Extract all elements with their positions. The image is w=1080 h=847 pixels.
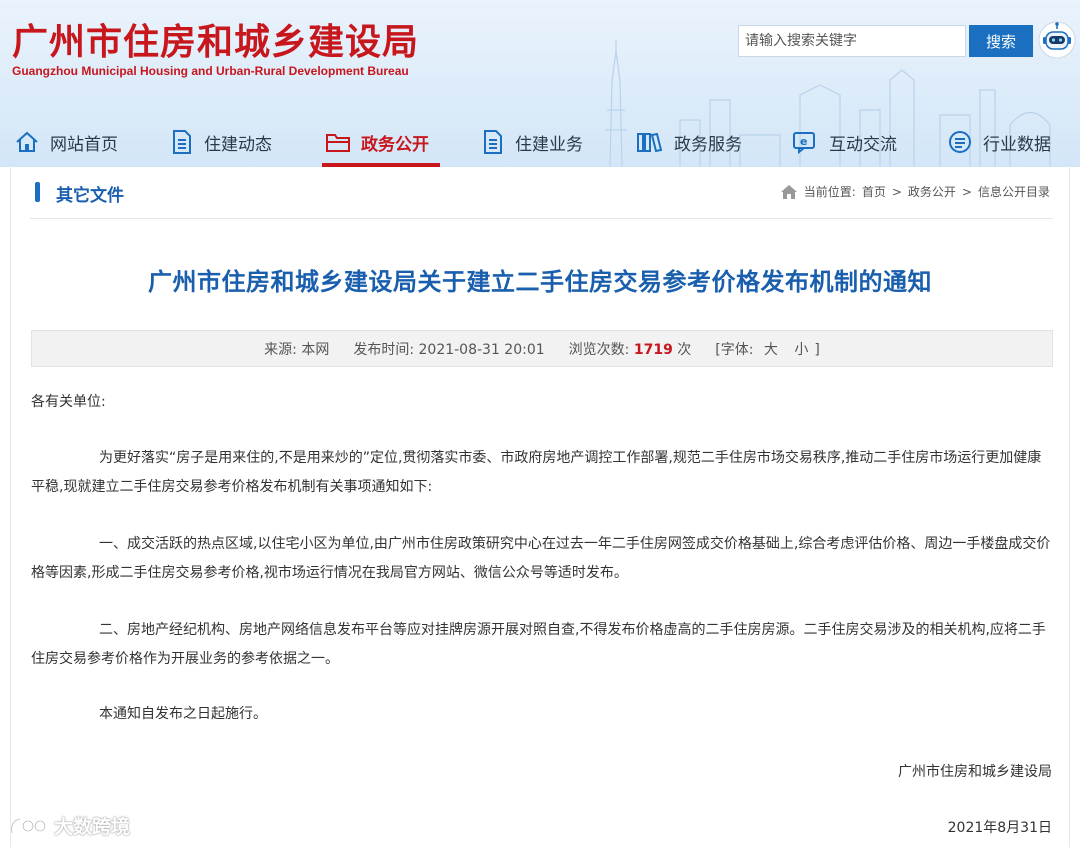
breadcrumb: 当前位置: 首页 > 政务公开 > 信息公开目录: [780, 183, 1050, 200]
meta-source: 来源: 本网: [264, 339, 329, 359]
watermark-logo-icon: [10, 817, 47, 833]
meta-font-label: [字体:: [715, 341, 754, 358]
meta-font-size-control: [字体: 大 小]: [715, 339, 820, 359]
site-logo-english: Guangzhou Municipal Housing and Urban-Ru…: [12, 64, 409, 78]
search-input[interactable]: [738, 25, 966, 57]
nav-item-home[interactable]: 网站首页: [14, 128, 118, 156]
section-title-marker: [35, 182, 40, 202]
meta-font-close: ]: [814, 341, 820, 358]
home-icon: [780, 184, 797, 199]
font-size-large-button[interactable]: 大: [764, 342, 778, 358]
breadcrumb-separator: >: [961, 184, 972, 199]
meta-views-count: 1719: [633, 341, 673, 358]
article-paragraph: 为更好落实“房子是用来住的,不是用来炒的”定位,贯彻落实市委、市政府房地产调控工…: [31, 450, 1042, 495]
nav-item-label: 行业数据: [983, 134, 1051, 155]
breadcrumb-separator: >: [891, 184, 902, 199]
article-salutation: 各有关单位:: [31, 394, 106, 410]
chat-icon: e: [793, 132, 815, 154]
nav-item-label: 互动交流: [829, 134, 897, 155]
article-paragraph: 二、房地产经纪机构、房地产网络信息发布平台等应对挂牌房源开展对照自查,不得发布价…: [31, 622, 1046, 667]
meta-views-unit: 次: [677, 341, 692, 358]
article-meta-bar: 来源: 本网 发布时间: 2021-08-31 20:01 浏览次数: 1719…: [31, 330, 1053, 367]
breadcrumb-catalog-link[interactable]: 信息公开目录: [978, 183, 1050, 200]
nav-item-gov-affairs-open[interactable]: 政务公开: [325, 128, 429, 156]
site-logo-chinese[interactable]: 广州市住房和城乡建设局: [12, 22, 419, 62]
main-nav: 网站首页 住建动态 政务公开 住建业务 政务服务 e 互动交流 行业数据: [0, 118, 1080, 164]
nav-item-label: 住建动态: [204, 134, 272, 155]
nav-item-label: 网站首页: [50, 134, 118, 155]
meta-publish-time: 发布时间: 2021-08-31 20:01: [353, 339, 544, 359]
meta-views-label: 浏览次数:: [568, 341, 630, 358]
nav-item-label: 住建业务: [515, 134, 583, 155]
search-button[interactable]: 搜索: [969, 25, 1033, 57]
article-paragraph: 本通知自发布之日起施行。: [99, 706, 267, 722]
section-title: 其它文件: [56, 186, 124, 206]
watermark-text: 大数跨境: [54, 816, 131, 838]
data-icon: [949, 131, 971, 153]
folder-icon: [326, 134, 350, 152]
nav-item-industry-data[interactable]: 行业数据: [947, 128, 1051, 156]
nav-item-news[interactable]: 住建动态: [170, 128, 272, 156]
home-icon: [16, 131, 38, 152]
article-title: 广州市住房和城乡建设局关于建立二手住房交易参考价格发布机制的通知: [148, 268, 932, 296]
breadcrumb-home-link[interactable]: 首页: [862, 183, 886, 200]
document-icon: [173, 130, 191, 154]
nav-item-interaction[interactable]: e 互动交流: [791, 128, 897, 156]
breadcrumb-gov-affairs-link[interactable]: 政务公开: [908, 183, 956, 200]
robot-assistant-icon[interactable]: [1037, 20, 1077, 60]
nav-item-label: 政务服务: [674, 134, 742, 155]
meta-views: 浏览次数: 1719 次: [569, 339, 692, 359]
meta-source-value: 本网: [301, 341, 330, 358]
nav-item-label: 政务公开: [361, 134, 429, 155]
meta-time-value: 2021-08-31 20:01: [418, 341, 545, 358]
font-size-small-button[interactable]: 小: [794, 342, 808, 358]
meta-time-label: 发布时间:: [353, 341, 415, 358]
document-icon: [484, 130, 502, 154]
nav-item-business[interactable]: 住建业务: [481, 128, 583, 156]
article-signature: 广州市住房和城乡建设局: [898, 764, 1052, 780]
section-divider: [30, 218, 1053, 219]
books-icon: [637, 132, 663, 153]
meta-source-label: 来源:: [264, 341, 297, 358]
svg-text:e: e: [800, 135, 807, 148]
watermark: 大数跨境: [8, 812, 130, 839]
breadcrumb-prefix: 当前位置:: [803, 185, 856, 199]
article-date: 2021年8月31日: [947, 820, 1052, 836]
nav-item-services[interactable]: 政务服务: [636, 128, 742, 156]
article-paragraph: 一、成交活跃的热点区域,以住宅小区为单位,由广州市住房政策研究中心在过去一年二手…: [31, 536, 1051, 581]
